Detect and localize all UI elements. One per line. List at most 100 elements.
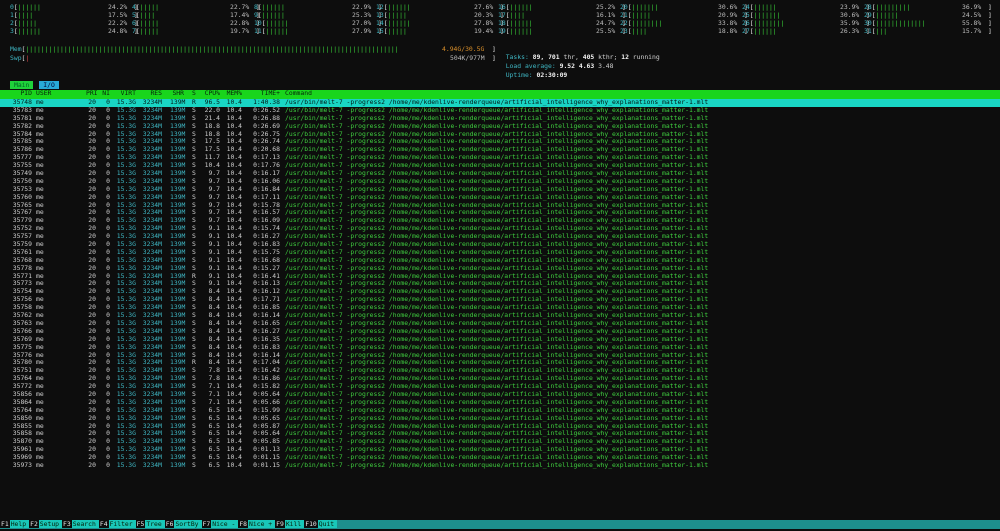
cpu-percent: 27.9% xyxy=(352,27,372,35)
cpu-percent: 18.8% xyxy=(718,27,738,35)
fkey-key: F10 xyxy=(304,520,318,528)
cpu-bar: |||||| xyxy=(261,11,285,19)
fkey-key: F9 xyxy=(275,520,285,528)
cpu-bar: ||||| xyxy=(387,27,407,35)
fkey-search[interactable]: F3 Search xyxy=(62,520,99,529)
cpu-bar: |||||| xyxy=(387,3,411,11)
column-pid[interactable]: PID xyxy=(6,89,32,98)
fkey-label: Nice - xyxy=(211,520,239,528)
fkey-label: SortBy xyxy=(174,520,202,528)
cpu-bar: ||||| xyxy=(631,11,651,19)
fkey-sortby[interactable]: F6 SortBy xyxy=(164,520,202,529)
cpu-bar: |||||| xyxy=(17,27,41,35)
cpu-bar: ||||||| xyxy=(753,11,781,19)
tab-io[interactable]: I/O xyxy=(39,81,59,89)
fkey-key: F2 xyxy=(29,520,39,528)
cpu-bar: |||| xyxy=(631,27,647,35)
cpu-id: 27 xyxy=(742,27,750,35)
meter-bracket: ] xyxy=(988,27,992,35)
cpu-bar: |||||| xyxy=(509,27,533,35)
cpu-bar: |||||| xyxy=(265,27,289,35)
cpu-bar: |||| xyxy=(139,11,156,19)
process-cmd: /usr/bin/melt-7 -progress2 /home/me/kden… xyxy=(285,460,709,469)
fkey-nice[interactable]: F7 Nice - xyxy=(201,520,239,529)
cpu-id: 18 xyxy=(498,19,506,27)
column-command[interactable]: Command xyxy=(285,89,312,98)
cpu-id: 23 xyxy=(620,27,628,35)
cpu-bar: |||||||| xyxy=(753,19,785,27)
fkey-label: Nice + xyxy=(248,520,276,528)
column-shr[interactable]: SHR xyxy=(170,89,184,98)
fkey-label: Help xyxy=(9,520,30,528)
cpu-meter: 7[||||| 19.7%] xyxy=(132,27,260,36)
cpu-bar: |||||| xyxy=(875,11,899,19)
swap-label: Swp xyxy=(10,54,22,62)
cpu-id: 12 xyxy=(376,3,384,11)
fkey-quit[interactable]: F10 Quit xyxy=(304,520,338,529)
process-list: 35748 me 20 0 15.3G 3234M 139M R 96.5 10.4 1:40.38… xyxy=(0,98,1000,470)
cpu-bar: |||||||| xyxy=(631,19,663,27)
cpu-bar: ||||| xyxy=(139,19,159,27)
tab-main[interactable]: Main xyxy=(10,81,34,89)
column-pri[interactable]: PRI xyxy=(86,89,98,98)
cpu-meter: 15[||||| 19.4%] xyxy=(376,27,504,36)
cpu-bar: ||||||||| xyxy=(875,3,911,11)
cpu-meter: 11[|||||| 27.9%] xyxy=(254,27,382,36)
cpu-id: 24 xyxy=(742,3,750,11)
process-pid: 35973 xyxy=(12,460,32,469)
cpu-bar: |||||| xyxy=(261,3,285,11)
cpu-percent: 26.3% xyxy=(840,27,860,35)
process-s: S xyxy=(192,460,196,469)
fkey-help[interactable]: F1 Help xyxy=(0,520,30,529)
mem-bar: ||||||||||||||||||||||||||||||||||||||||… xyxy=(25,46,399,53)
column-state[interactable]: S xyxy=(192,89,196,98)
process-ni: 0 xyxy=(106,460,110,469)
cpu-id: 17 xyxy=(498,11,506,19)
cpu-id: 10 xyxy=(254,19,262,27)
cpu-id: 11 xyxy=(254,27,262,35)
cpu-bar: |||||| xyxy=(265,19,289,27)
cpu-id: 31 xyxy=(864,27,872,35)
column-time[interactable]: TIME+ xyxy=(250,89,280,98)
fkey-label: Search xyxy=(71,520,99,528)
fkey-filter[interactable]: F4 Filter xyxy=(98,520,136,529)
column-user[interactable]: USER xyxy=(36,89,51,98)
cpu-percent: 19.7% xyxy=(230,27,250,35)
column-ni[interactable]: NI xyxy=(102,89,110,98)
cpu-bar: ||||| xyxy=(17,19,37,27)
fkey-setup[interactable]: F2 Setup xyxy=(29,520,63,529)
cpu-percent: 19.4% xyxy=(474,27,494,35)
cpu-bar: ||||| xyxy=(139,27,159,35)
fkey-nice[interactable]: F8 Nice + xyxy=(238,520,276,529)
uptime-line: Uptime: 02:30:09 xyxy=(505,70,568,79)
swap-bar: | xyxy=(25,54,30,62)
cpu-meter: 27[|||||| 26.3%] xyxy=(742,27,870,36)
function-key-bar: F1 Help F2 Setup F3 Search F4 Filter F5 Tree F6 Sor… xyxy=(0,520,1000,529)
column-mem[interactable]: MEM% xyxy=(224,89,242,98)
fkey-label: Quit xyxy=(317,520,338,528)
cpu-bar: |||||| xyxy=(753,27,777,35)
cpu-id: 21 xyxy=(620,11,628,19)
fkey-key: F1 xyxy=(0,520,10,528)
fkey-label: Filter xyxy=(108,520,136,528)
fkey-kill[interactable]: F9 Kill xyxy=(275,520,305,529)
fkey-label: Setup xyxy=(38,520,63,528)
cpu-bar: ||||| xyxy=(387,11,407,19)
fkey-key: F3 xyxy=(62,520,72,528)
cpu-id: 19 xyxy=(498,27,506,35)
process-row[interactable]: 35973 me 20 0 15.3G 3234M 139M S 6.5 10.4 0:01.15 /… xyxy=(0,460,1000,470)
cpu-bar: |||||| xyxy=(753,3,777,11)
cpu-bar: ||| xyxy=(875,27,888,35)
process-mem: 10.4 xyxy=(226,460,242,469)
cpu-id: 28 xyxy=(864,3,872,11)
cpu-id: 14 xyxy=(376,19,384,27)
column-virt[interactable]: VIRT xyxy=(116,89,136,98)
fkey-label: Kill xyxy=(284,520,305,528)
column-res[interactable]: RES xyxy=(140,89,162,98)
cpu-id: 30 xyxy=(864,19,872,27)
mem-value: 4.94G/30.5G xyxy=(442,45,485,53)
fkey-tree[interactable]: F5 Tree xyxy=(135,520,165,529)
cpu-bar: ||||||||||||| xyxy=(875,19,926,27)
column-cpu[interactable]: CPU% xyxy=(200,89,220,98)
process-time: 0:01.15 xyxy=(253,460,280,469)
